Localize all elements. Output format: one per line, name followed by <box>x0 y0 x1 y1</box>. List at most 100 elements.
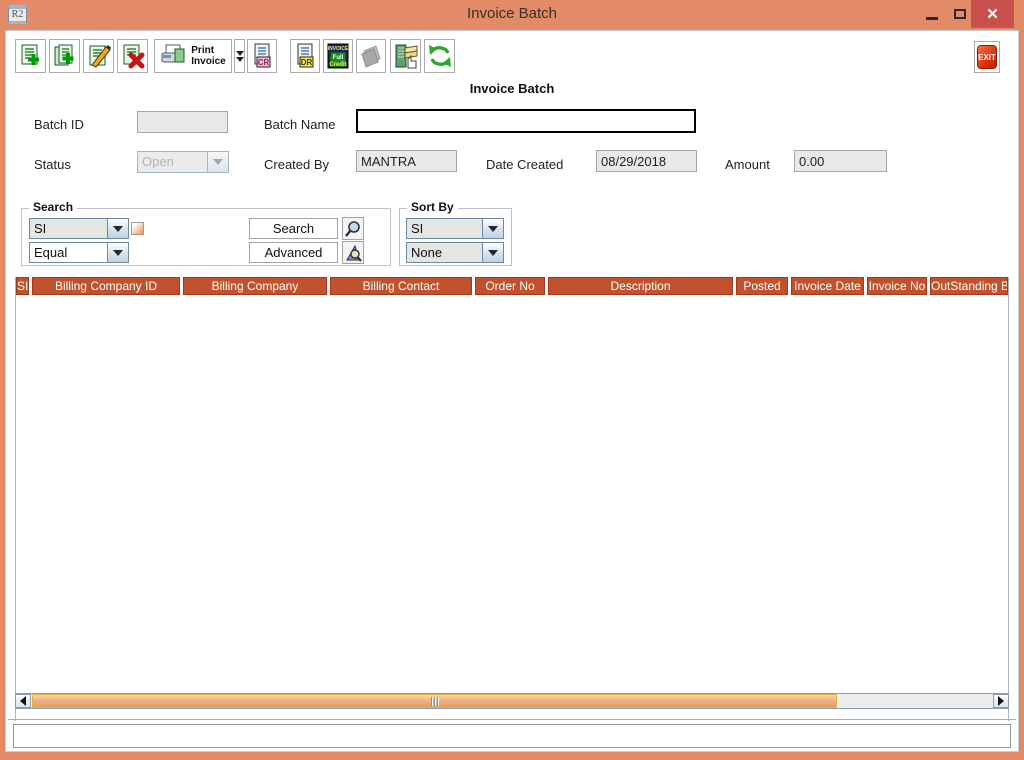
status-bar <box>13 724 1011 748</box>
chevron-down-icon <box>207 152 228 172</box>
invoice-full-credit-icon: INVOICE Full Credit <box>325 42 351 70</box>
client-area: Print Invoice CR DR <box>5 30 1019 752</box>
created-by-label: Created By <box>264 157 329 172</box>
search-field-select[interactable]: SI <box>29 218 129 239</box>
search-group-label: Search <box>29 200 77 214</box>
close-button[interactable]: ✕ <box>971 0 1014 28</box>
status-select: Open <box>137 151 229 173</box>
column-header-billing-contact[interactable]: Billing Contact <box>330 277 472 295</box>
column-header-invoice-date[interactable]: Invoice Date <box>791 277 864 295</box>
sort-secondary-select[interactable]: None <box>406 242 504 263</box>
browse-records-button[interactable] <box>390 39 421 73</box>
invoice-batch-window: R2 Invoice Batch ✕ <box>0 0 1024 760</box>
refresh-button[interactable] <box>424 39 455 73</box>
svg-text:Full: Full <box>333 55 344 61</box>
window-title: Invoice Batch <box>0 5 1024 22</box>
status-bar-separator <box>8 719 1016 720</box>
debit-memo-button[interactable]: DR <box>290 39 320 73</box>
chevron-down-icon <box>107 219 128 238</box>
exit-button[interactable]: EXIT <box>974 41 1000 73</box>
batch-id-field <box>137 111 228 133</box>
column-header-posted[interactable]: Posted <box>736 277 788 295</box>
search-field-value: SI <box>30 219 107 238</box>
advanced-button[interactable]: Advanced <box>249 242 338 263</box>
copy-document-icon <box>52 43 78 69</box>
column-header-description[interactable]: Description <box>548 277 733 295</box>
arrow-left-icon <box>20 696 26 706</box>
edit-record-button[interactable] <box>83 39 114 73</box>
minimize-button[interactable] <box>918 0 946 28</box>
table-header-row: SI Billing Company ID Billing Company Bi… <box>16 277 1008 295</box>
sort-primary-select[interactable]: SI <box>406 218 504 239</box>
advanced-search-icon <box>344 244 362 262</box>
browse-books-icon <box>392 42 420 70</box>
column-header-si[interactable]: SI <box>16 277 29 295</box>
maximize-button[interactable] <box>946 0 974 28</box>
scroll-left-button[interactable] <box>15 694 31 708</box>
sort-by-group-label: Sort By <box>407 200 458 214</box>
sort-secondary-value: None <box>407 243 482 262</box>
grip-icon <box>431 697 432 706</box>
new-document-icon <box>18 43 44 69</box>
delete-icon <box>120 43 146 69</box>
amount-label: Amount <box>725 157 770 172</box>
column-header-outstanding-balance[interactable]: OutStanding B <box>930 277 1008 295</box>
date-created-label: Date Created <box>486 157 563 172</box>
svg-text:DR: DR <box>301 58 313 67</box>
chevron-down-icon <box>482 219 503 238</box>
chevron-down-icon <box>482 243 503 262</box>
refresh-icon <box>427 43 453 69</box>
svg-text:Credit: Credit <box>329 62 346 68</box>
edit-pencil-icon <box>86 43 112 69</box>
credit-document-icon: CR <box>249 42 275 70</box>
title-bar[interactable]: R2 Invoice Batch ✕ <box>0 0 1024 30</box>
batch-id-label: Batch ID <box>34 117 84 132</box>
delete-record-button[interactable] <box>117 39 148 73</box>
column-header-billing-company-id[interactable]: Billing Company ID <box>32 277 180 295</box>
amount-field: 0.00 <box>794 150 887 172</box>
print-invoice-label: Print Invoice <box>191 45 225 67</box>
column-header-invoice-no[interactable]: Invoice No <box>867 277 927 295</box>
created-by-field: MANTRA <box>356 150 457 172</box>
status-value: Open <box>138 152 207 172</box>
chevron-down-icon <box>236 57 244 62</box>
full-credit-invoice-button[interactable]: INVOICE Full Credit <box>323 39 353 73</box>
chevron-down-icon <box>236 51 244 56</box>
search-operator-select[interactable]: Equal <box>29 242 129 263</box>
search-icon <box>344 220 362 238</box>
svg-text:INVOICE: INVOICE <box>328 46 349 52</box>
svg-text:CR: CR <box>258 58 270 67</box>
status-label: Status <box>34 157 71 172</box>
batch-name-label: Batch Name <box>264 117 336 132</box>
chevron-down-icon <box>107 243 128 262</box>
print-options-button[interactable] <box>234 39 245 73</box>
exit-icon: EXIT <box>977 45 997 69</box>
credit-memo-button[interactable]: CR <box>247 39 277 73</box>
arrow-right-icon <box>998 696 1004 706</box>
scroll-right-button[interactable] <box>993 694 1009 708</box>
column-header-billing-company[interactable]: Billing Company <box>183 277 327 295</box>
pages-button[interactable] <box>356 39 386 73</box>
close-icon: ✕ <box>986 7 999 22</box>
debit-document-icon: DR <box>292 42 318 70</box>
print-invoice-button[interactable]: Print Invoice <box>154 39 232 73</box>
color-swatch-button[interactable] <box>131 222 144 235</box>
date-created-field: 08/29/2018 <box>596 150 697 172</box>
new-record-button[interactable] <box>15 39 46 73</box>
pages-icon <box>358 43 384 69</box>
search-button[interactable]: Search <box>249 218 338 239</box>
scrollbar-thumb[interactable] <box>32 694 837 708</box>
advanced-search-icon-button[interactable] <box>342 241 364 264</box>
search-operator-value: Equal <box>30 243 107 262</box>
column-header-order-no[interactable]: Order No <box>475 277 545 295</box>
search-icon-button[interactable] <box>342 217 364 240</box>
table-body[interactable] <box>16 295 1008 721</box>
horizontal-scrollbar[interactable] <box>15 693 1009 709</box>
batch-name-input[interactable] <box>356 109 696 133</box>
grip-icon <box>434 697 435 706</box>
maximize-icon <box>954 9 966 19</box>
printer-icon <box>160 43 188 69</box>
copy-record-button[interactable] <box>49 39 80 73</box>
invoice-table: SI Billing Company ID Billing Company Bi… <box>15 277 1009 721</box>
sort-primary-value: SI <box>407 219 482 238</box>
